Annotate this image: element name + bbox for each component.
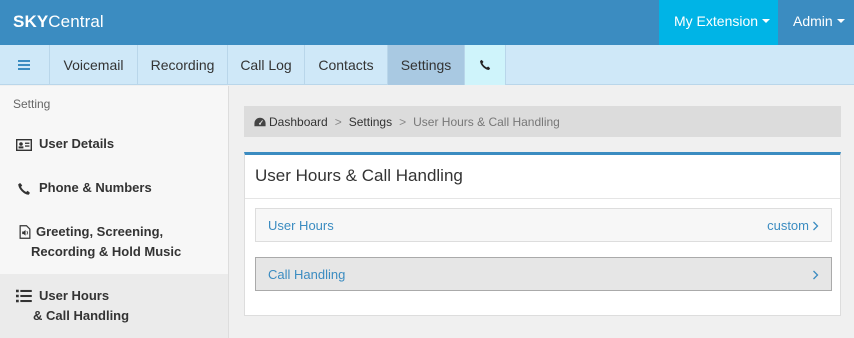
user-hours-value: custom	[767, 218, 819, 233]
sidebar-item-label-line1: Greeting, Screening,	[36, 224, 164, 239]
breadcrumb-dashboard-link[interactable]: Dashboard	[269, 115, 328, 129]
menu-toggle-button[interactable]	[0, 45, 49, 85]
audio-file-icon	[19, 225, 31, 239]
tab-recording[interactable]: Recording	[137, 45, 227, 85]
dashboard-icon	[254, 117, 266, 127]
top-bar: SKYCentral My Extension Admin	[0, 0, 854, 45]
my-extension-dropdown[interactable]: My Extension	[659, 0, 778, 45]
id-card-icon	[16, 138, 32, 152]
main-nav: Voicemail Recording Call Log Contacts Se…	[0, 45, 854, 85]
caret-down-icon	[762, 19, 771, 24]
sidebar-item-phone-numbers[interactable]: Phone & Numbers	[0, 178, 228, 198]
call-handling-value	[812, 267, 819, 282]
tab-settings[interactable]: Settings	[387, 45, 464, 85]
brand-logo[interactable]: SKYCentral	[13, 12, 104, 32]
sidebar-item-user-hours[interactable]: User Hours & Call Handling	[0, 274, 228, 338]
tab-call-log[interactable]: Call Log	[227, 45, 304, 85]
call-handling-label: Call Handling	[268, 267, 346, 282]
settings-panel: User Hours & Call Handling User Hours cu…	[244, 152, 841, 316]
tab-voicemail[interactable]: Voicemail	[49, 45, 137, 85]
tab-contacts[interactable]: Contacts	[304, 45, 387, 85]
breadcrumb: Dashboard > Settings > User Hours & Call Han…	[244, 106, 841, 137]
tab-phone[interactable]	[464, 45, 506, 85]
breadcrumb-separator: >	[334, 115, 342, 129]
admin-dropdown[interactable]: Admin	[780, 0, 854, 45]
user-hours-value-text: custom	[767, 218, 809, 233]
sidebar-item-label: Phone & Numbers	[39, 180, 152, 195]
breadcrumb-current: User Hours & Call Handling	[413, 115, 560, 129]
call-handling-row[interactable]: Call Handling	[255, 257, 832, 291]
sidebar-item-label-line2: Recording & Hold Music	[31, 244, 182, 259]
sidebar-item-user-details[interactable]: User Details	[0, 134, 228, 154]
brand-bold: SKY	[13, 12, 49, 31]
sidebar-item-greeting[interactable]: Greeting, Screening, Recording & Hold Mu…	[0, 222, 228, 262]
my-extension-label: My Extension	[674, 13, 759, 29]
sidebar-item-label-line1: User Hours	[39, 288, 110, 303]
brand-light: Central	[48, 12, 104, 31]
breadcrumb-settings-link[interactable]: Settings	[349, 115, 392, 129]
sidebar-item-label: User Details	[39, 136, 115, 151]
panel-title: User Hours & Call Handling	[255, 166, 463, 185]
list-icon	[16, 289, 32, 303]
chevron-right-icon	[813, 221, 819, 231]
user-hours-row[interactable]: User Hours custom	[255, 208, 832, 242]
caret-down-icon	[836, 19, 845, 24]
user-hours-label: User Hours	[268, 218, 334, 233]
admin-label: Admin	[793, 13, 833, 29]
phone-icon	[18, 183, 30, 195]
phone-icon	[480, 59, 491, 70]
breadcrumb-separator: >	[399, 115, 407, 129]
chevron-right-icon	[813, 270, 819, 280]
hamburger-icon	[18, 60, 30, 70]
settings-sidebar: Setting User Details Phone & Numbers Gre…	[0, 86, 229, 338]
panel-divider	[245, 198, 840, 199]
sidebar-heading: Setting	[13, 97, 51, 111]
sidebar-item-label-line2: & Call Handling	[33, 308, 130, 323]
